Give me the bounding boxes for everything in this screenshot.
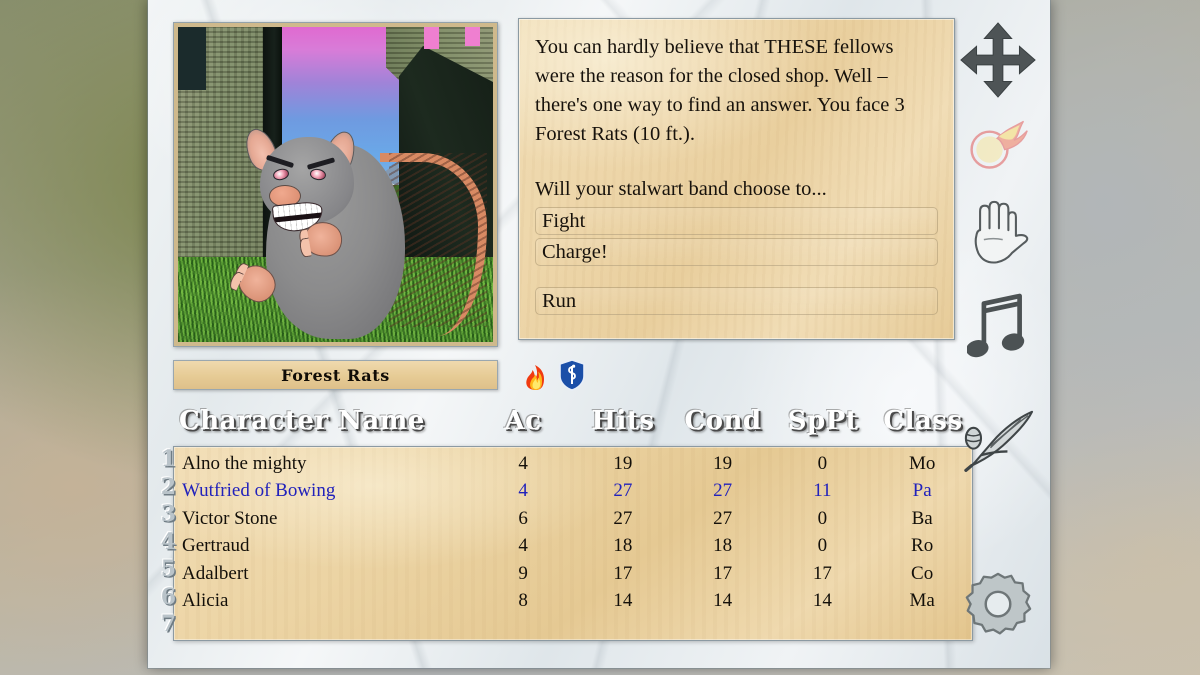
action-toolbar <box>950 0 1046 668</box>
cell-sppt: 0 <box>817 507 828 529</box>
row-number: 7 <box>160 611 176 637</box>
cell-name: Alicia <box>182 590 229 612</box>
flame-icon[interactable] <box>522 359 550 391</box>
choice-fight[interactable]: Fight <box>535 207 938 235</box>
gear-settings-icon[interactable] <box>950 570 1046 642</box>
portrait-scene <box>178 27 493 342</box>
table-row[interactable]: Adalbert 9 17 17 17 Co <box>174 560 972 588</box>
cell-ac: 6 <box>518 507 528 529</box>
row-number: 4 <box>160 528 176 555</box>
move-arrows-icon[interactable] <box>950 20 1046 100</box>
cell-name: Alno the mighty <box>182 452 307 474</box>
cell-sppt: 0 <box>817 535 828 557</box>
choice-list: Fight Charge! Run <box>535 207 938 315</box>
enemy-status-icons <box>518 357 955 393</box>
cell-cond: 18 <box>713 535 733 557</box>
header-cond: Cond <box>684 406 762 436</box>
quill-pen-icon[interactable] <box>950 406 1046 478</box>
cell-cond: 17 <box>713 562 733 584</box>
row-number: 2 <box>160 473 176 500</box>
cell-name: Victor Stone <box>182 507 278 529</box>
cell-hits: 27 <box>613 480 633 502</box>
row-number: 1 <box>160 446 176 472</box>
fireball-spell-icon[interactable] <box>950 112 1046 174</box>
rat-teeth-upper <box>272 201 322 218</box>
cell-cond: 19 <box>713 452 733 474</box>
cell-sppt: 14 <box>812 590 832 612</box>
cell-cond: 27 <box>713 507 733 529</box>
choice-spacer <box>535 269 938 287</box>
cell-cond: 14 <box>713 590 733 612</box>
cell-ac: 8 <box>518 590 528 612</box>
table-row[interactable]: Gertraud 4 18 18 0 Ro <box>174 533 972 561</box>
cell-hits: 17 <box>613 562 633 584</box>
cell-hits: 18 <box>613 535 633 557</box>
party-roster-table: Alno the mighty 4 19 19 0 Mo Wutfried of… <box>173 446 973 641</box>
table-row[interactable]: Victor Stone 6 27 27 0 Ba <box>174 505 972 533</box>
table-row[interactable]: Wutfried of Bowing 4 27 27 11 Pa <box>174 478 972 506</box>
header-character-name: Character Name <box>179 406 425 436</box>
roster-header-row: Character Name Ac Hits Cond SpPt Class <box>173 400 973 442</box>
cell-name: Adalbert <box>182 562 249 584</box>
choice-run[interactable]: Run <box>535 287 938 315</box>
cell-hits: 27 <box>613 507 633 529</box>
roster-row-numbers: 1 2 3 4 5 6 7 <box>150 446 176 639</box>
left-dark-opening <box>178 27 207 90</box>
enemy-name-banner[interactable]: Forest Rats <box>173 360 498 390</box>
game-window: You can hardly believe that THESE fellow… <box>148 0 1050 668</box>
cell-ac: 4 <box>518 535 528 557</box>
narration-text: You can hardly believe that THESE fellow… <box>535 36 905 145</box>
row-number: 5 <box>160 556 176 582</box>
cell-ac: 9 <box>518 562 528 584</box>
cell-name: Gertraud <box>182 535 250 557</box>
music-note-icon[interactable] <box>950 288 1046 366</box>
header-hits: Hits <box>591 406 655 436</box>
cell-hits: 19 <box>613 452 633 474</box>
cell-sppt: 11 <box>813 480 832 502</box>
cell-ac: 4 <box>518 452 528 474</box>
cell-cond: 27 <box>713 480 733 502</box>
row-number: 3 <box>160 501 176 527</box>
narration-prompt: Will your stalwart band choose to... <box>535 178 827 200</box>
row-number: 6 <box>160 583 176 610</box>
battlement-1 <box>423 27 440 50</box>
table-row[interactable]: Alno the mighty 4 19 19 0 Mo <box>174 450 972 478</box>
header-sppt: SpPt <box>787 406 859 436</box>
shield-serpent-icon[interactable] <box>558 359 586 391</box>
hand-palm-icon[interactable] <box>950 196 1046 270</box>
cell-ac: 4 <box>518 480 528 502</box>
narration-panel: You can hardly believe that THESE fellow… <box>518 18 955 340</box>
enemy-portrait <box>173 22 498 347</box>
battlement-2 <box>464 27 481 46</box>
choice-charge[interactable]: Charge! <box>535 238 938 266</box>
enemy-name-label: Forest Rats <box>281 365 390 385</box>
cell-name: Wutfried of Bowing <box>182 480 336 502</box>
cell-sppt: 0 <box>817 452 828 474</box>
header-ac: Ac <box>504 406 542 436</box>
cell-hits: 14 <box>613 590 633 612</box>
cell-sppt: 17 <box>812 562 832 584</box>
table-row[interactable]: Alicia 8 14 14 14 Ma <box>174 588 972 616</box>
